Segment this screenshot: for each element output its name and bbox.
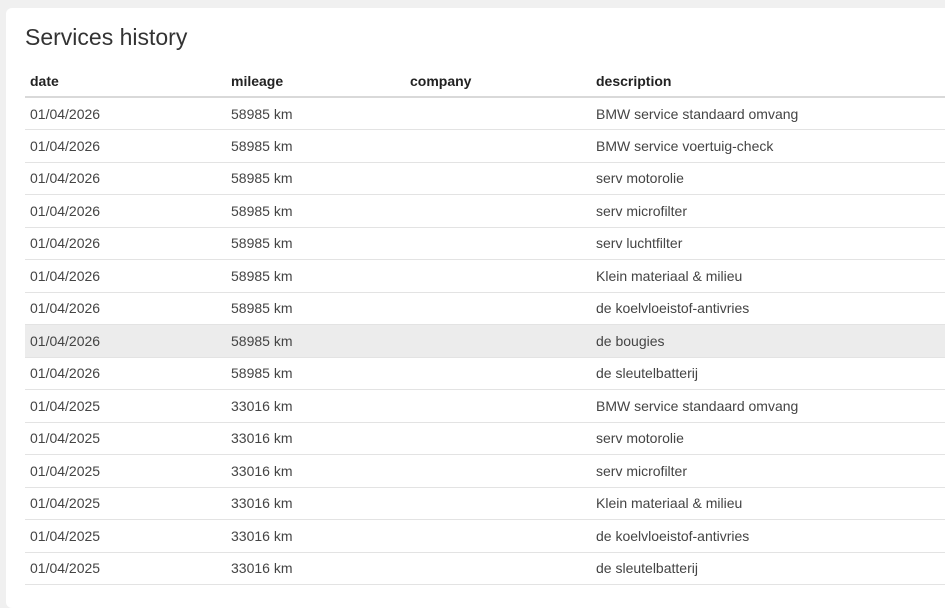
cell-company: [405, 324, 591, 358]
cell-description: serv microfilter: [591, 194, 945, 228]
cell-company: [405, 292, 591, 325]
table-row[interactable]: 01/04/2026 58985 km serv luchtfilter: [25, 227, 945, 260]
cell-mileage: 58985 km: [226, 292, 405, 325]
cell-company: [405, 129, 591, 163]
table-row[interactable]: 01/04/2025 33016 km BMW service standaard …: [25, 389, 945, 423]
cell-mileage: 58985 km: [226, 162, 405, 195]
cell-date: 01/04/2025: [25, 389, 226, 423]
table-row[interactable]: 01/04/2026 58985 km BMW service voertuig-c…: [25, 129, 945, 163]
cell-company: [405, 357, 591, 390]
cell-mileage: 33016 km: [226, 487, 405, 520]
table-row[interactable]: 01/04/2025 33016 km Klein materiaal & mili…: [25, 487, 945, 520]
column-header-mileage[interactable]: mileage: [226, 65, 405, 98]
cell-date: 01/04/2025: [25, 552, 226, 585]
cell-description: de koelvloeistof-antivries: [591, 519, 945, 553]
cell-mileage: 58985 km: [226, 194, 405, 228]
cell-description: serv luchtfilter: [591, 227, 945, 260]
cell-description: BMW service standaard omvang: [591, 389, 945, 423]
cell-date: 01/04/2025: [25, 519, 226, 553]
cell-mileage: 33016 km: [226, 422, 405, 455]
cell-date: 01/04/2025: [25, 422, 226, 455]
cell-date: 01/04/2026: [25, 194, 226, 228]
services-history-table: date mileage company description 01/04/2…: [25, 65, 945, 585]
cell-date: 01/04/2026: [25, 97, 226, 130]
cell-date: 01/04/2026: [25, 324, 226, 358]
cell-date: 01/04/2026: [25, 259, 226, 293]
cell-company: [405, 227, 591, 260]
cell-date: 01/04/2025: [25, 487, 226, 520]
cell-description: de sleutelbatterij: [591, 357, 945, 390]
cell-mileage: 33016 km: [226, 454, 405, 488]
cell-description: de koelvloeistof-antivries: [591, 292, 945, 325]
cell-date: 01/04/2026: [25, 227, 226, 260]
cell-company: [405, 259, 591, 293]
column-header-date[interactable]: date: [25, 65, 226, 98]
cell-description: BMW service standaard omvang: [591, 97, 945, 130]
cell-mileage: 58985 km: [226, 357, 405, 390]
table-row[interactable]: 01/04/2025 33016 km serv microfilter: [25, 454, 945, 488]
table-header-row: date mileage company description: [25, 65, 945, 98]
cell-description: de bougies: [591, 324, 945, 358]
cell-company: [405, 162, 591, 195]
cell-description: Klein materiaal & milieu: [591, 487, 945, 520]
table-row[interactable]: 01/04/2026 58985 km serv microfilter: [25, 194, 945, 228]
cell-date: 01/04/2025: [25, 454, 226, 488]
column-header-company[interactable]: company: [405, 65, 591, 98]
cell-company: [405, 487, 591, 520]
table-row[interactable]: 01/04/2025 33016 km de koelvloeistof-antiv…: [25, 519, 945, 553]
section-title: Services history: [25, 24, 188, 50]
table-row[interactable]: 01/04/2025 33016 km serv motorolie: [25, 422, 945, 455]
column-header-description[interactable]: description: [591, 65, 945, 98]
table-row[interactable]: 01/04/2026 58985 km de bougies: [25, 324, 945, 358]
cell-company: [405, 389, 591, 423]
cell-mileage: 33016 km: [226, 552, 405, 585]
table-row[interactable]: 01/04/2026 58985 km BMW service standaard …: [25, 97, 945, 130]
cell-mileage: 33016 km: [226, 519, 405, 553]
cell-description: serv motorolie: [591, 162, 945, 195]
cell-company: [405, 519, 591, 553]
cell-company: [405, 194, 591, 228]
table-row[interactable]: 01/04/2025 33016 km de sleutelbatterij: [25, 552, 945, 585]
cell-company: [405, 552, 591, 585]
table-row[interactable]: 01/04/2026 58985 km de koelvloeistof-antiv…: [25, 292, 945, 325]
cell-company: [405, 454, 591, 488]
table-row[interactable]: 01/04/2026 58985 km serv motorolie: [25, 162, 945, 195]
cell-company: [405, 97, 591, 130]
services-history-card: Services history date mileage company de…: [6, 8, 945, 608]
cell-mileage: 58985 km: [226, 227, 405, 260]
cell-description: BMW service voertuig-check: [591, 129, 945, 163]
cell-date: 01/04/2026: [25, 129, 226, 163]
cell-mileage: 33016 km: [226, 389, 405, 423]
cell-description: serv motorolie: [591, 422, 945, 455]
cell-description: serv microfilter: [591, 454, 945, 488]
table-body: 01/04/2026 58985 km BMW service standaard …: [25, 97, 945, 585]
cell-mileage: 58985 km: [226, 324, 405, 358]
cell-date: 01/04/2026: [25, 162, 226, 195]
cell-company: [405, 422, 591, 455]
table-row[interactable]: 01/04/2026 58985 km de sleutelbatterij: [25, 357, 945, 390]
cell-description: Klein materiaal & milieu: [591, 259, 945, 293]
table-row[interactable]: 01/04/2026 58985 km Klein materiaal & mili…: [25, 259, 945, 293]
cell-mileage: 58985 km: [226, 97, 405, 130]
cell-mileage: 58985 km: [226, 259, 405, 293]
cell-mileage: 58985 km: [226, 129, 405, 163]
cell-date: 01/04/2026: [25, 292, 226, 325]
cell-description: de sleutelbatterij: [591, 552, 945, 585]
cell-date: 01/04/2026: [25, 357, 226, 390]
